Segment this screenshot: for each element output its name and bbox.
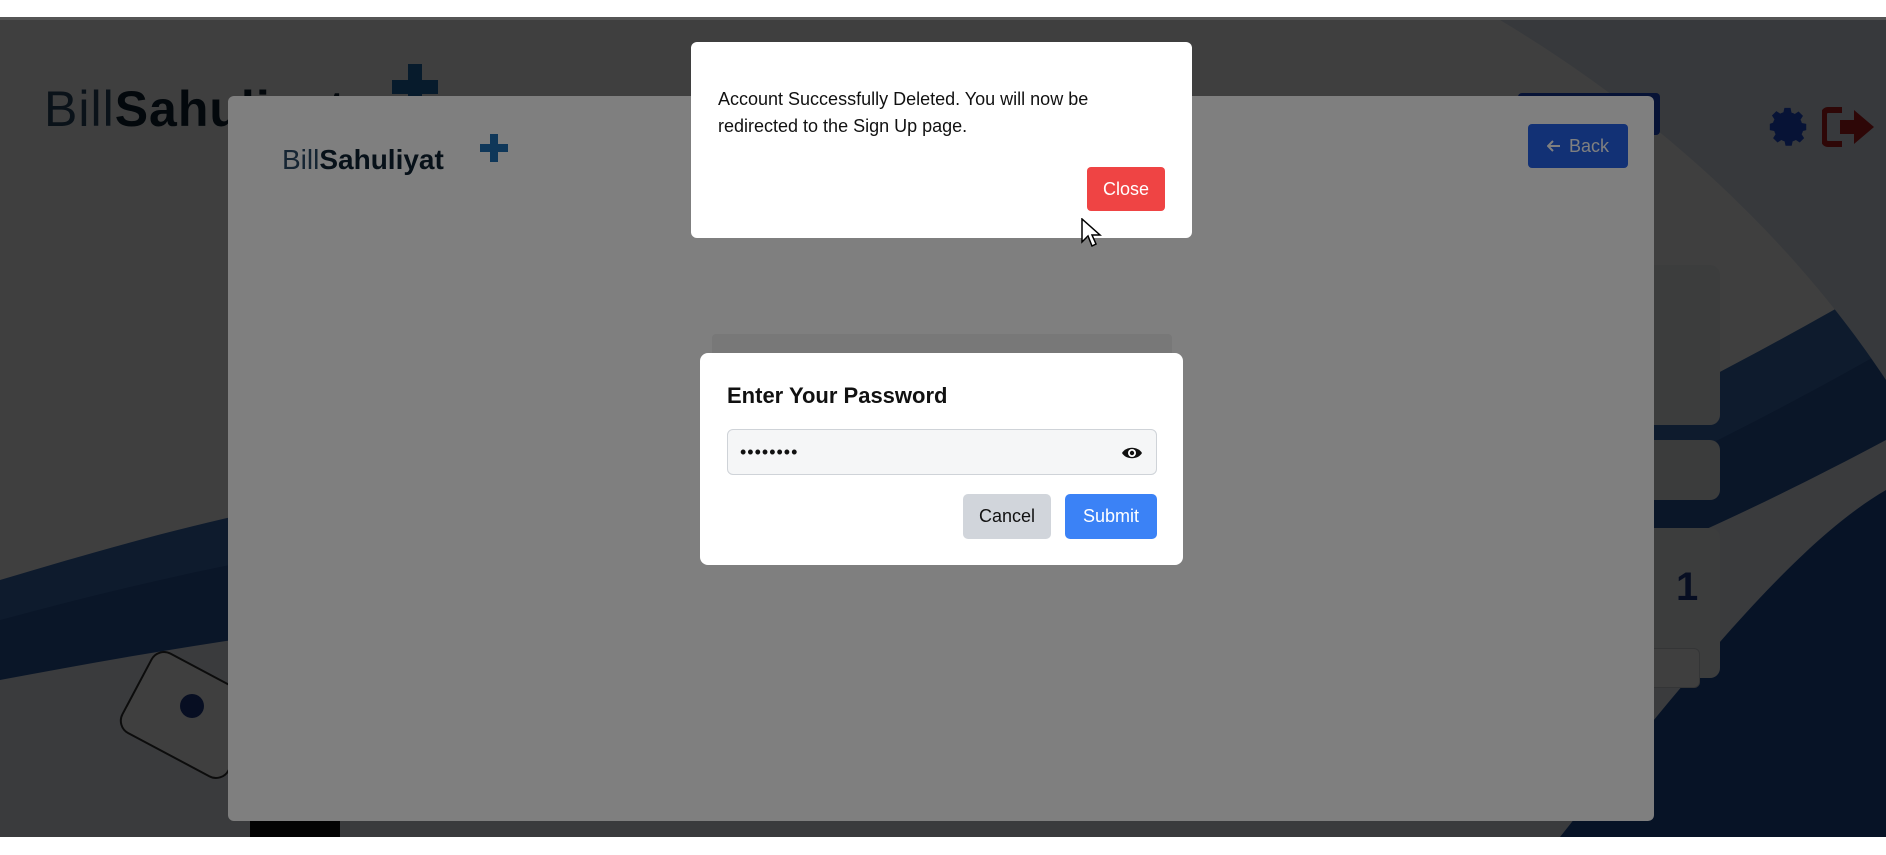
toggle-password-visibility[interactable] bbox=[1120, 442, 1144, 464]
password-modal: Enter Your Password •••••••• Cancel Subm… bbox=[700, 353, 1183, 565]
password-input-value: •••••••• bbox=[740, 442, 799, 462]
close-button[interactable]: Close bbox=[1087, 167, 1165, 211]
cancel-button[interactable]: Cancel bbox=[963, 494, 1051, 539]
eye-icon bbox=[1122, 447, 1142, 459]
success-dialog: Account Successfully Deleted. You will n… bbox=[691, 42, 1192, 238]
submit-button[interactable]: Submit bbox=[1065, 494, 1157, 539]
success-message: Account Successfully Deleted. You will n… bbox=[718, 89, 1089, 136]
password-input[interactable]: •••••••• bbox=[727, 429, 1157, 475]
mouse-cursor-icon bbox=[1081, 217, 1103, 250]
password-modal-title: Enter Your Password bbox=[727, 383, 948, 408]
